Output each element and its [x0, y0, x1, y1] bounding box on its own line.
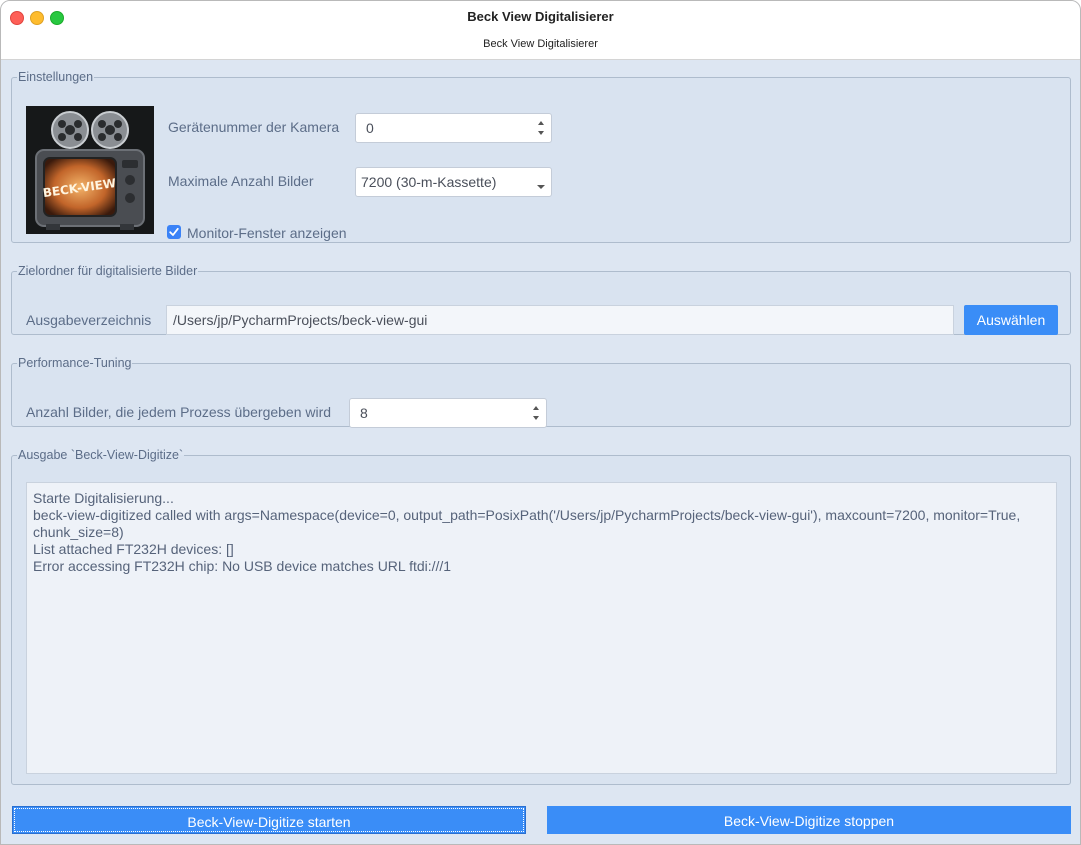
camera-device-spinbox[interactable]: 0	[355, 113, 552, 143]
monitor-checkbox[interactable]	[167, 225, 181, 239]
max-frames-combobox[interactable]: 7200 (30-m-Kassette)	[355, 167, 552, 197]
checkmark-icon	[169, 227, 179, 236]
performance-group: Performance-Tuning Anzahl Bilder, die je…	[11, 356, 1071, 428]
chunk-size-value: 8	[360, 405, 368, 421]
title-bar[interactable]: Beck View Digitalisierer Beck View Digit…	[1, 1, 1080, 60]
camera-device-label: Gerätenummer der Kamera	[168, 119, 340, 135]
performance-legend: Performance-Tuning	[18, 356, 132, 370]
camera-device-value: 0	[366, 120, 374, 136]
spin-arrows-icon[interactable]	[537, 119, 545, 137]
window-title: Beck View Digitalisierer	[467, 9, 614, 24]
output-log-textarea[interactable]: Starte Digitalisierung... beck-view-digi…	[26, 482, 1057, 774]
output-log-legend: Ausgabe `Beck-View-Digitize`	[18, 448, 184, 462]
chunk-size-label: Anzahl Bilder, die jedem Prozess übergeb…	[26, 404, 332, 420]
log-line: beck-view-digitized called with args=Nam…	[33, 507, 1025, 540]
log-line: Starte Digitalisierung...	[33, 490, 174, 506]
settings-legend: Einstellungen	[18, 70, 94, 84]
beck-view-logo: BECK-VIEW	[26, 106, 154, 234]
chunk-size-spinbox[interactable]: 8	[349, 398, 547, 428]
monitor-checkbox-label[interactable]: Monitor-Fenster anzeigen	[187, 225, 347, 241]
stop-digitize-button[interactable]: Beck-View-Digitize stoppen	[547, 806, 1071, 834]
max-frames-value: 7200 (30-m-Kassette)	[361, 174, 497, 190]
max-frames-label: Maximale Anzahl Bilder	[168, 173, 314, 189]
target-folder-group: Zielordner für digitalisierte Bilder Aus…	[11, 264, 1071, 335]
output-directory-input[interactable]: /Users/jp/PycharmProjects/beck-view-gui	[166, 305, 954, 335]
choose-directory-button[interactable]: Auswählen	[964, 305, 1058, 335]
output-directory-value: /Users/jp/PycharmProjects/beck-view-gui	[173, 312, 428, 328]
chevron-down-icon	[537, 185, 545, 189]
output-log-group: Ausgabe `Beck-View-Digitize` Starte Digi…	[11, 448, 1071, 785]
start-digitize-button[interactable]: Beck-View-Digitize starten	[12, 806, 526, 834]
log-line: Error accessing FT232H chip: No USB devi…	[33, 558, 452, 574]
settings-group: Einstellungen BECK-VIEW Gerätenummer der…	[11, 70, 1071, 243]
spin-arrows-icon[interactable]	[532, 404, 540, 422]
log-line: List attached FT232H devices: []	[33, 541, 234, 557]
app-window: Beck View Digitalisierer Beck View Digit…	[0, 0, 1081, 845]
target-folder-legend: Zielordner für digitalisierte Bilder	[18, 264, 198, 278]
output-directory-label: Ausgabeverzeichnis	[26, 312, 152, 328]
window-subtitle: Beck View Digitalisierer	[483, 38, 598, 50]
